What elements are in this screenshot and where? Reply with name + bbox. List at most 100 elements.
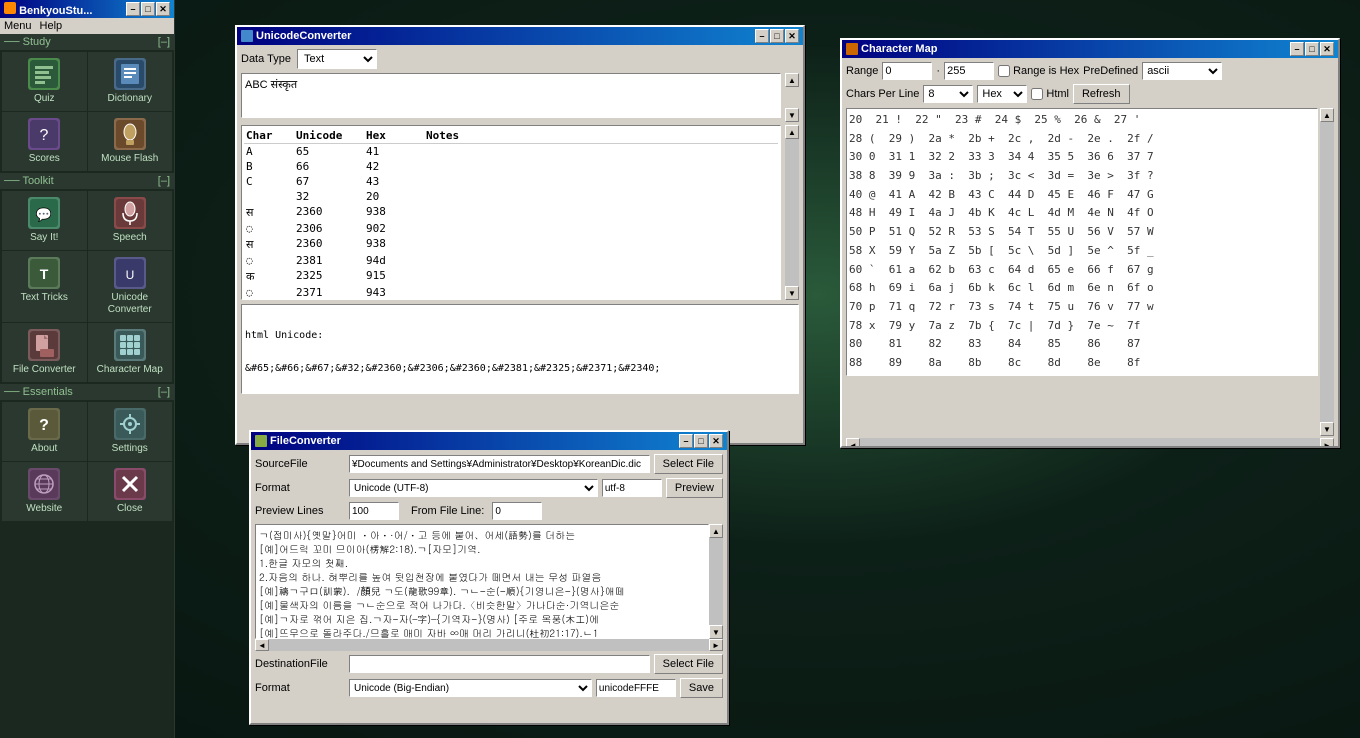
sidebar-item-website[interactable]: Website [2, 462, 87, 521]
dest-encoding-input[interactable] [596, 679, 676, 697]
text-tricks-icon: T [28, 257, 60, 289]
speech-icon [114, 197, 146, 229]
sidebar-item-close[interactable]: Close [88, 462, 173, 521]
charmap-minimize[interactable]: – [1290, 42, 1304, 56]
save-button[interactable]: Save [680, 678, 723, 698]
sidebar-item-text-tricks[interactable]: T Text Tricks [2, 251, 87, 322]
charmap-scroll-up[interactable]: ▲ [1320, 108, 1334, 122]
input-scroll-up[interactable]: ▲ [785, 73, 799, 87]
table-row: ◌2371943 [244, 285, 778, 300]
charmap-scroll-right[interactable]: ► [1320, 438, 1334, 446]
sidebar-maximize[interactable]: □ [141, 2, 155, 16]
study-label: ── Study [4, 36, 51, 48]
sidebar-item-file-converter[interactable]: File Converter [2, 323, 87, 382]
sidebar-item-dictionary[interactable]: Dictionary [88, 52, 173, 111]
fileconv-minimize[interactable]: – [679, 434, 693, 448]
col-notes: Notes [426, 129, 776, 142]
html-unicode-label: html Unicode: [245, 330, 795, 341]
fileconv-close[interactable]: ✕ [709, 434, 723, 448]
html-checkbox[interactable] [1031, 88, 1043, 100]
range-end-input[interactable] [944, 62, 994, 80]
input-scroll-down[interactable]: ▼ [785, 108, 799, 122]
toolkit-toggle[interactable]: [–] [158, 175, 170, 187]
unicode-close[interactable]: ✕ [785, 29, 799, 43]
preview-lines-input[interactable] [349, 502, 399, 520]
dest-file-input[interactable] [349, 655, 650, 673]
fileconv-maximize[interactable]: □ [694, 434, 708, 448]
range-is-hex-label: Range is Hex [998, 65, 1079, 77]
settings-icon [114, 408, 146, 440]
unicode-converter-titlebar: UnicodeConverter – □ ✕ [237, 27, 803, 45]
fileconv-win-icon [255, 435, 267, 447]
speech-label: Speech [113, 232, 147, 244]
preview-scroll-right[interactable]: ► [709, 639, 723, 651]
charmap-scroll-left[interactable]: ◄ [846, 438, 860, 446]
destination-file-row: DestinationFile Select File [255, 654, 723, 674]
charmap-close[interactable]: ✕ [1320, 42, 1334, 56]
svg-text:U: U [125, 268, 134, 282]
range-is-hex-text: Range is Hex [1013, 65, 1079, 77]
sidebar-item-say-it[interactable]: 💬 Say It! [2, 191, 87, 250]
file-converter-window: FileConverter – □ ✕ SourceFile Select Fi… [249, 430, 729, 725]
character-map-label: Character Map [97, 364, 163, 376]
unicode-minimize[interactable]: – [755, 29, 769, 43]
preview-area-container: ㄱ(접미사){옛말}어미 ㆍ아ㆍ·어/ㆍ고 등에 붙어、어세(語勢)를 더하는 … [255, 524, 723, 639]
about-icon: ? [28, 408, 60, 440]
charmap-toolbar-2: Chars Per Line 8 16 32 Hex Dec Html Refr… [846, 84, 1334, 104]
predefined-select[interactable]: ascii latin-1 unicode [1142, 62, 1222, 80]
svg-text:T: T [40, 266, 49, 282]
source-encoding-input[interactable] [602, 479, 662, 497]
sidebar-item-scores[interactable]: ? Scores [2, 112, 87, 171]
source-format-select[interactable]: Unicode (UTF-8) [349, 479, 598, 497]
charmap-maximize[interactable]: □ [1305, 42, 1319, 56]
file-converter-title: FileConverter [270, 435, 341, 447]
study-section-header: ── Study [–] [0, 34, 174, 50]
preview-text-area: ㄱ(접미사){옛말}어미 ㆍ아ㆍ·어/ㆍ고 등에 붙어、어세(語勢)를 더하는 … [255, 524, 709, 639]
dest-format-select[interactable]: Unicode (Big-Endian) Unicode (UTF-8) ASC… [349, 679, 592, 697]
sidebar-item-unicode-converter[interactable]: U Unicode Converter [88, 251, 173, 322]
range-start-input[interactable] [882, 62, 932, 80]
data-type-select[interactable]: Text File URL [297, 49, 377, 69]
sidebar-minimize[interactable]: – [126, 2, 140, 16]
charmap-scroll-down[interactable]: ▼ [1320, 422, 1334, 436]
unicode-input[interactable]: ABC संस्कृत [241, 73, 781, 118]
menu-item-help[interactable]: Help [40, 20, 63, 32]
essentials-grid: ? About Settings Website Close [0, 400, 174, 523]
sidebar-close[interactable]: ✕ [156, 2, 170, 16]
preview-button[interactable]: Preview [666, 478, 723, 498]
toolkit-section-header: ── Toolkit [–] [0, 173, 174, 189]
unicode-converter-window: UnicodeConverter – □ ✕ Data Type Text Fi… [235, 25, 805, 445]
toolkit-grid: 💬 Say It! Speech T Text Tricks U Unicode… [0, 189, 174, 384]
table-row: स2360938 [244, 204, 778, 221]
source-file-input[interactable] [349, 455, 650, 473]
table-scroll-down[interactable]: ▼ [785, 286, 799, 300]
sidebar-item-settings[interactable]: Settings [88, 402, 173, 461]
dest-select-file-button[interactable]: Select File [654, 654, 723, 674]
sidebar-item-about[interactable]: ? About [2, 402, 87, 461]
from-file-line-label: From File Line: [411, 505, 484, 517]
unicode-maximize[interactable]: □ [770, 29, 784, 43]
svg-text:?: ? [39, 417, 49, 434]
sidebar-item-character-map[interactable]: Character Map [88, 323, 173, 382]
chars-per-line-select[interactable]: 8 16 32 [923, 85, 973, 103]
text-tricks-label: Text Tricks [21, 292, 68, 304]
app-icon [4, 2, 16, 14]
toolkit-label: ── Toolkit [4, 175, 54, 187]
from-file-line-input[interactable] [492, 502, 542, 520]
source-select-file-button[interactable]: Select File [654, 454, 723, 474]
essentials-toggle[interactable]: [–] [158, 386, 170, 398]
preview-scroll-up[interactable]: ▲ [709, 524, 723, 538]
study-toggle[interactable]: [–] [158, 36, 170, 48]
preview-scroll-left[interactable]: ◄ [255, 639, 269, 651]
sidebar-item-quiz[interactable]: Quiz [2, 52, 87, 111]
range-is-hex-checkbox[interactable] [998, 65, 1010, 77]
table-scroll-up[interactable]: ▲ [785, 125, 799, 139]
refresh-button[interactable]: Refresh [1073, 84, 1130, 104]
table-row: क2325915 [244, 268, 778, 285]
sidebar-item-mouse-flash[interactable]: Mouse Flash [88, 112, 173, 171]
scores-label: Scores [29, 153, 60, 165]
sidebar-item-speech[interactable]: Speech [88, 191, 173, 250]
format-select[interactable]: Hex Dec [977, 85, 1027, 103]
preview-scroll-down[interactable]: ▼ [709, 625, 723, 639]
menu-item-menu[interactable]: Menu [4, 20, 32, 32]
